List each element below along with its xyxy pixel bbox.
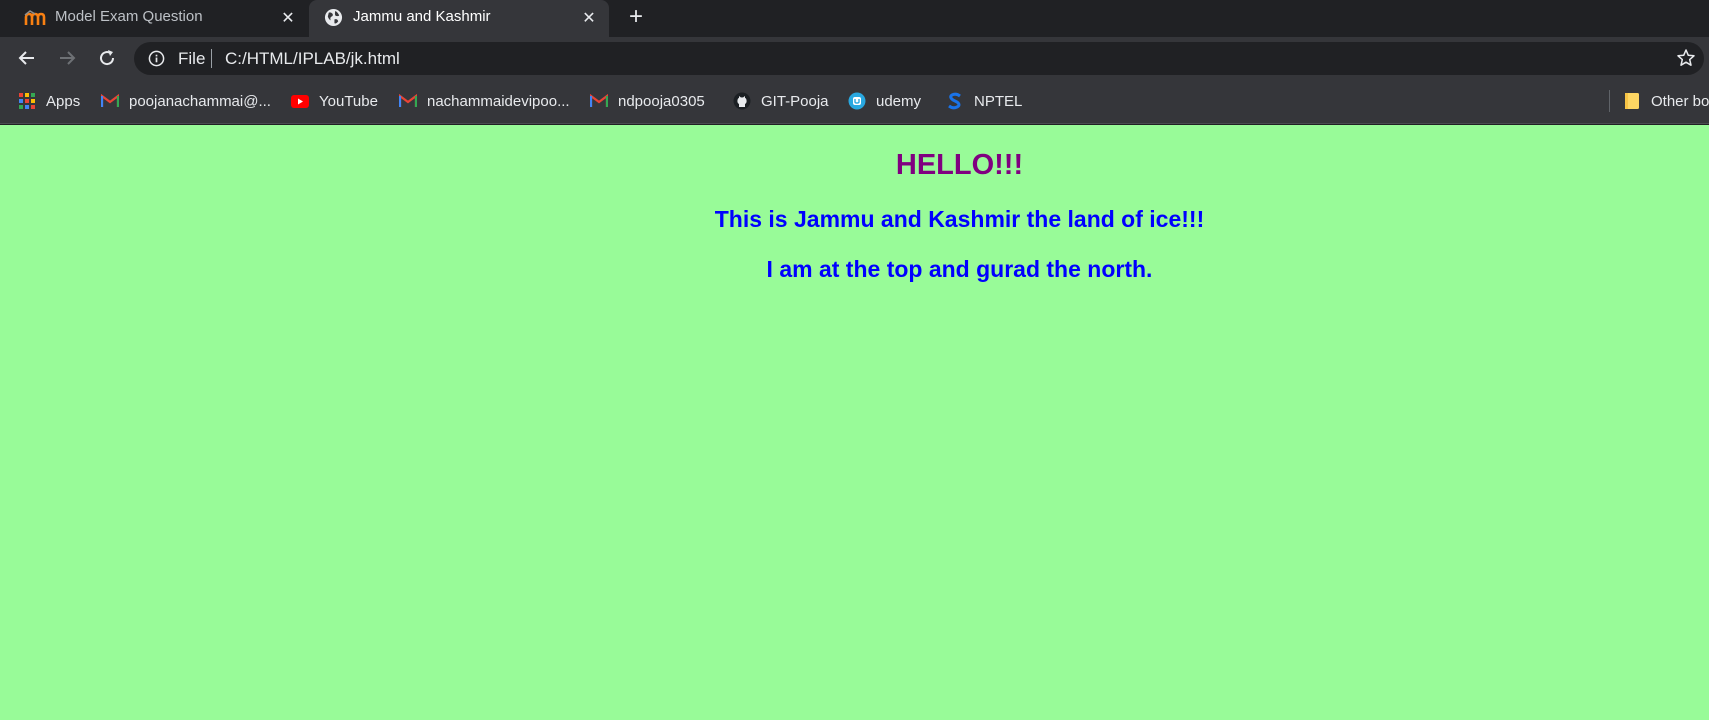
folder-icon — [1623, 92, 1641, 110]
globe-icon — [324, 8, 343, 27]
bookmark-label: ndpooja0305 — [618, 92, 705, 110]
bookmark-label: nachammaidevipoo... — [427, 92, 570, 110]
udemy-icon — [848, 92, 866, 110]
close-tab-icon[interactable]: ✕ — [579, 8, 599, 28]
apps-grid-icon — [18, 92, 36, 110]
gmail-icon — [101, 92, 119, 110]
divider — [1609, 90, 1610, 112]
bookmark-youtube[interactable]: YouTube — [291, 91, 378, 111]
nptel-icon — [946, 92, 964, 110]
bookmark-label: Other bookmarks — [1651, 92, 1709, 110]
bookmark-label: udemy — [876, 92, 922, 110]
moodle-icon — [24, 10, 46, 26]
bookmark-label: YouTube — [319, 92, 378, 110]
close-tab-icon[interactable]: ✕ — [278, 8, 298, 28]
bookmark-gmail-2[interactable]: nachammaidevipoo... — [399, 91, 570, 111]
reload-icon — [100, 50, 115, 66]
gmail-icon — [590, 92, 608, 110]
bookmark-udemy[interactable]: udemy — [848, 91, 921, 111]
tab-strip: Model Exam Question ✕ Jammu and Kashmir … — [0, 0, 1709, 37]
github-icon — [733, 92, 751, 110]
youtube-icon — [291, 92, 309, 110]
page-content: HELLO!!! This is Jammu and Kashmir the l… — [0, 125, 1709, 720]
address-bar[interactable]: File C:/HTML/IPLAB/jk.html — [134, 42, 1704, 75]
page-heading-jammu-kashmir: This is Jammu and Kashmir the land of ic… — [714, 206, 1205, 232]
forward-button[interactable] — [55, 46, 79, 70]
tab-model-exam-question[interactable]: Model Exam Question ✕ — [0, 0, 308, 37]
bookmark-label: GIT-Pooja — [761, 92, 829, 110]
gmail-icon — [399, 92, 417, 110]
bookmark-github[interactable]: GIT-Pooja — [733, 91, 829, 111]
reload-button[interactable] — [95, 46, 119, 70]
bookmark-nptel[interactable]: NPTEL — [946, 91, 1022, 111]
url-text[interactable]: C:/HTML/IPLAB/jk.html — [225, 49, 400, 69]
tab-jammu-and-kashmir[interactable]: Jammu and Kashmir ✕ — [309, 0, 609, 37]
bookmarks-bar: Apps poojanachammai@... YouTube nachamma… — [0, 79, 1709, 124]
url-scheme-label: File — [178, 49, 206, 68]
tab-title: Model Exam Question — [55, 8, 203, 25]
bookmark-gmail-1[interactable]: poojanachammai@... — [101, 91, 271, 111]
bookmark-star-icon[interactable] — [1676, 48, 1696, 68]
bookmark-label: poojanachammai@... — [129, 92, 271, 110]
arrow-right-icon — [60, 51, 76, 65]
page-heading-hello: HELLO!!! — [895, 149, 1024, 181]
divider — [211, 49, 212, 68]
bookmark-other-bookmarks[interactable]: Other bookmarks — [1623, 91, 1709, 111]
info-icon[interactable] — [148, 50, 165, 67]
bookmark-gmail-3[interactable]: ndpooja0305 — [590, 91, 705, 111]
tab-title: Jammu and Kashmir — [353, 8, 491, 25]
bookmark-apps[interactable]: Apps — [18, 91, 80, 111]
arrow-left-icon — [18, 51, 34, 65]
back-button[interactable] — [15, 46, 39, 70]
bookmark-label: NPTEL — [974, 92, 1023, 110]
new-tab-button[interactable]: + — [624, 5, 648, 30]
page-heading-top-north: I am at the top and gurad the north. — [766, 256, 1153, 282]
bookmark-label: Apps — [46, 92, 81, 110]
toolbar: File C:/HTML/IPLAB/jk.html — [0, 37, 1709, 79]
